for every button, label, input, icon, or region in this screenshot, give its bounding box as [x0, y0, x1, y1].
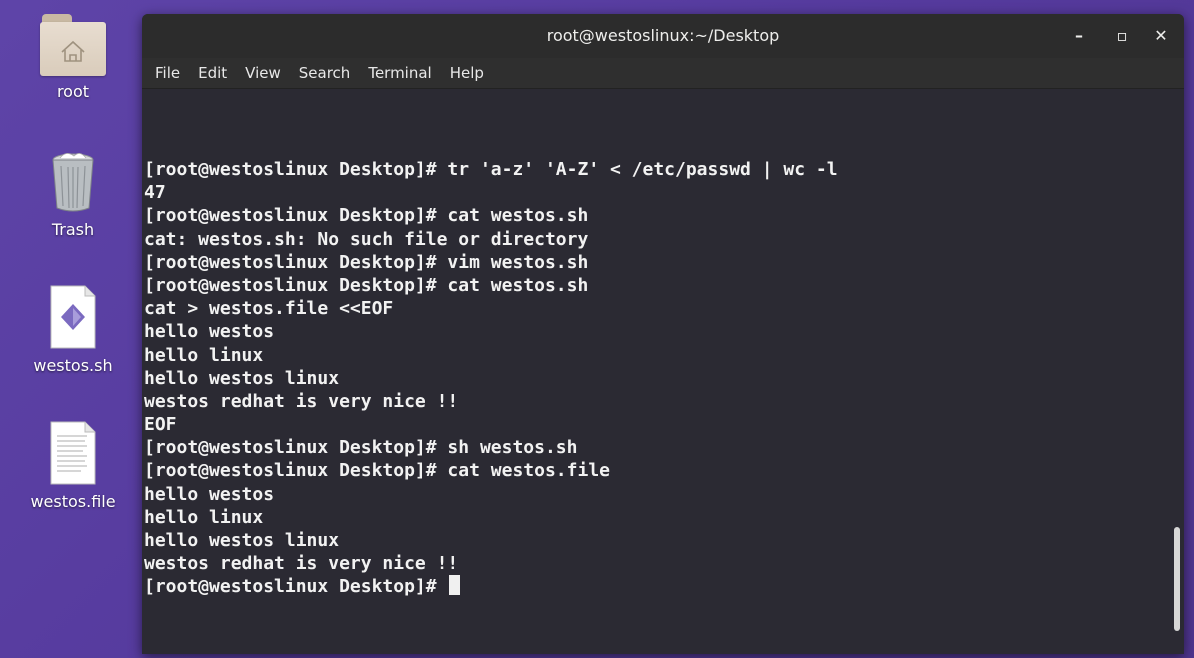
title-bar[interactable]: root@westoslinux:~/Desktop – ▫ ✕: [142, 14, 1184, 58]
terminal-line: cat > westos.file <<EOF: [144, 298, 394, 320]
text-file-icon: [50, 421, 96, 485]
terminal-line: [root@westoslinux Desktop]# cat westos.f…: [144, 460, 610, 482]
menu-edit[interactable]: Edit: [189, 60, 236, 86]
text-cursor: [449, 575, 461, 596]
menu-view[interactable]: View: [236, 60, 290, 86]
terminal-window[interactable]: root@westoslinux:~/Desktop – ▫ ✕ File Ed…: [142, 14, 1184, 654]
script-file-icon: [50, 285, 96, 349]
terminal-line: 47: [144, 182, 166, 204]
scrollbar[interactable]: [1174, 527, 1180, 631]
terminal-line: [root@westoslinux Desktop]# cat westos.s…: [144, 274, 589, 296]
maximize-button[interactable]: ▫: [1111, 25, 1133, 47]
menu-search[interactable]: Search: [290, 60, 360, 86]
terminal-line: hello linux: [144, 506, 264, 528]
desktop-icon-trash[interactable]: Trash: [23, 150, 123, 239]
desktop-icon-westos-sh[interactable]: westos.sh: [23, 284, 123, 375]
terminal-line: hello westos linux: [144, 367, 340, 389]
terminal-prompt: [root@westoslinux Desktop]#: [144, 576, 448, 598]
menu-help[interactable]: Help: [441, 60, 493, 86]
menu-file[interactable]: File: [146, 60, 189, 86]
desktop-icon-label: westos.file: [30, 492, 116, 511]
terminal-prompt-line[interactable]: [root@westoslinux Desktop]#: [144, 575, 838, 598]
terminal-line: hello linux: [144, 344, 264, 366]
terminal-line: EOF: [144, 414, 177, 436]
menu-terminal[interactable]: Terminal: [359, 60, 440, 86]
terminal-line: hello westos: [144, 321, 275, 343]
close-button[interactable]: ✕: [1150, 25, 1172, 47]
terminal-line: [root@westoslinux Desktop]# cat westos.s…: [144, 205, 589, 227]
desktop-icon-westos-file[interactable]: westos.file: [23, 420, 123, 511]
terminal-line: hello westos: [144, 483, 275, 505]
terminal-line: westos redhat is very nice !!: [144, 553, 459, 575]
desktop-icon-root[interactable]: root: [23, 14, 123, 101]
terminal-lines: [root@westoslinux Desktop]# tr 'a-z' 'A-…: [144, 158, 838, 599]
desktop-icon-label: Trash: [51, 220, 95, 239]
trash-icon: [52, 153, 94, 212]
window-title: root@westoslinux:~/Desktop: [546, 26, 780, 45]
terminal-line: hello westos linux: [144, 530, 340, 551]
terminal-line: [root@westoslinux Desktop]# sh westos.sh: [144, 437, 578, 459]
terminal-line: [root@westoslinux Desktop]# vim westos.s…: [144, 251, 589, 273]
menu-bar: File Edit View Search Terminal Help: [142, 58, 1184, 89]
home-folder-icon: [40, 14, 106, 76]
terminal-line: [root@westoslinux Desktop]# tr 'a-z' 'A-…: [144, 159, 838, 180]
terminal-line: cat: westos.sh: No such file or director…: [144, 228, 589, 250]
desktop-icon-label: westos.sh: [33, 356, 113, 375]
desktop-icon-label: root: [56, 82, 90, 101]
terminal-line: westos redhat is very nice !!: [144, 390, 459, 412]
minimize-button[interactable]: –: [1068, 25, 1090, 47]
terminal-output[interactable]: [root@westoslinux Desktop]# tr 'a-z' 'A-…: [142, 89, 1184, 654]
